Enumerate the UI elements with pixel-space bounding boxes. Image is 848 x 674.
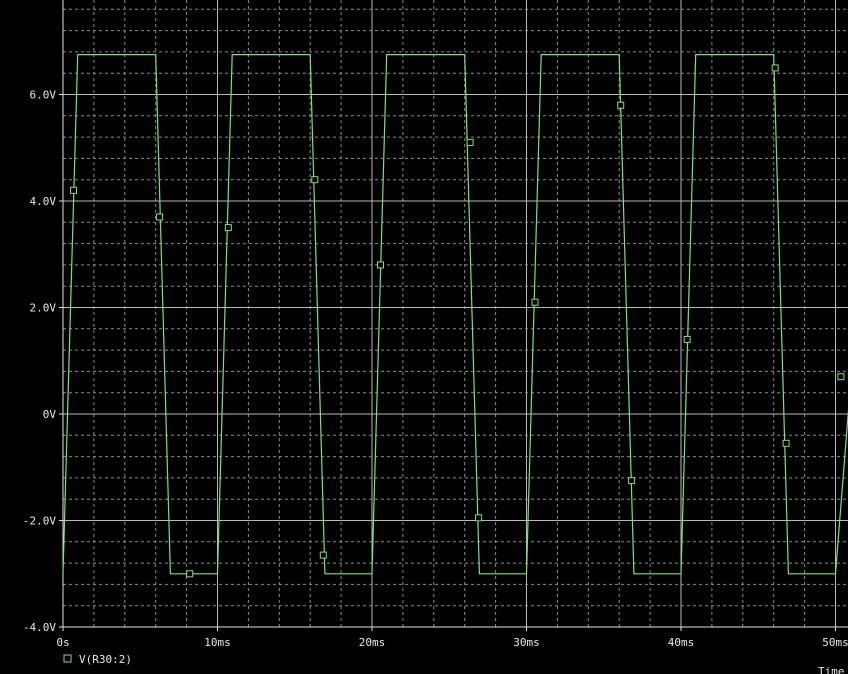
chart-background xyxy=(0,0,848,674)
y-tick-label: 0V xyxy=(43,408,57,421)
y-tick-label: 6.0V xyxy=(30,89,57,102)
x-tick-label: 10ms xyxy=(204,636,231,649)
series-marker xyxy=(224,224,232,232)
x-axis-label: Time xyxy=(818,665,845,674)
x-tick-label: 40ms xyxy=(668,636,695,649)
series-marker xyxy=(70,186,77,194)
series-marker xyxy=(186,570,194,578)
y-tick-label: -2.0V xyxy=(23,515,56,528)
y-tick-label: 4.0V xyxy=(30,195,57,208)
series-marker xyxy=(319,551,327,559)
x-tick-label: 30ms xyxy=(513,636,540,649)
series-marker xyxy=(531,298,539,306)
series-marker xyxy=(617,101,625,109)
x-tick-label: 50ms xyxy=(822,636,848,649)
y-tick-label: -4.0V xyxy=(23,621,56,634)
series-marker xyxy=(156,213,164,221)
series-marker xyxy=(771,64,779,72)
legend-series-name: V(R30:2) xyxy=(79,653,132,666)
series-marker xyxy=(311,176,319,184)
transient-waveform-chart: 6.0V 4.0V 2.0V 0V -2.0V -4.0V0s 10ms 20ms 30ms 40… xyxy=(0,0,848,674)
series-marker xyxy=(628,477,636,485)
series-marker xyxy=(466,138,474,146)
series-marker xyxy=(683,335,691,343)
series-marker xyxy=(782,439,790,447)
series-marker xyxy=(837,373,845,381)
series-marker xyxy=(377,261,384,269)
series-marker xyxy=(475,514,483,522)
x-tick-label: 0s xyxy=(56,636,69,649)
y-tick-label: 2.0V xyxy=(30,302,57,315)
x-tick-label: 20ms xyxy=(359,636,386,649)
